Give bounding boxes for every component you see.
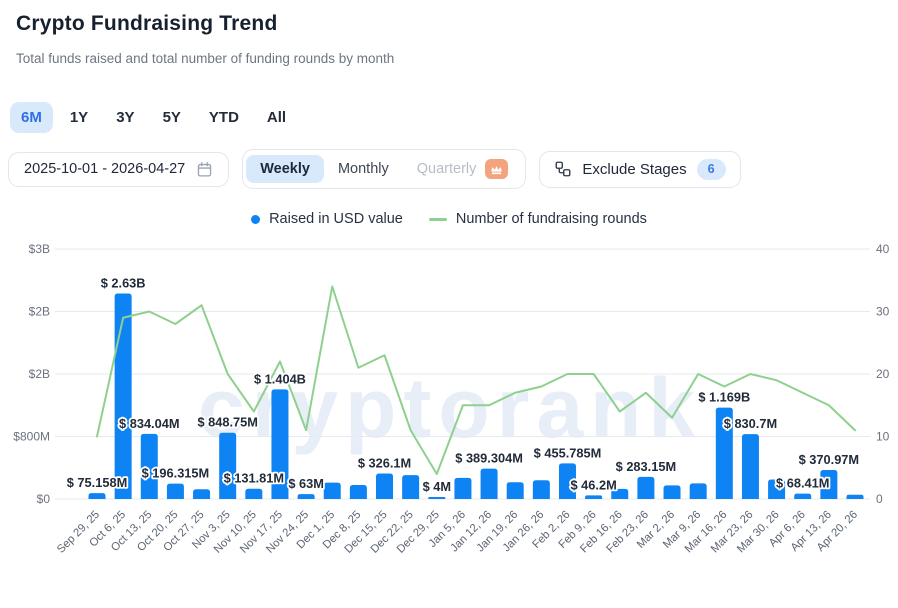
y-axis-left-tick: $2B [29,305,50,319]
chart-area: cryptorank$00$800M10$2B20$2B30$3B40Sep 2… [0,237,898,582]
range-tabs: 6M1Y3Y5YYTDAll [10,102,888,133]
bar-feb-9-26[interactable] [585,495,602,499]
bar-oct-27-25[interactable] [193,489,210,499]
granularity-option-monthly[interactable]: Monthly [324,155,403,183]
bar-nov-24-25[interactable] [298,494,315,499]
y-axis-left-tick: $3B [29,242,50,256]
range-tab-5y[interactable]: 5Y [152,102,192,133]
bar-nov-10-25[interactable] [245,489,262,499]
range-tab-all[interactable]: All [256,102,297,133]
bar-jan-12-26[interactable] [481,469,498,499]
bar-value-label: $ 4M [423,479,451,494]
granularity-label: Quarterly [417,161,477,177]
bar-mar-2-26[interactable] [664,485,681,499]
bar-value-label: $ 1.169B [698,390,750,405]
bar-oct-20-25[interactable] [167,484,184,499]
granularity-option-quarterly[interactable]: Quarterly [403,153,523,185]
granularity-switcher: Weekly Monthly Quarterly [242,149,526,189]
bar-oct-6-25[interactable] [115,294,132,499]
bar-value-label: $ 63M [288,476,324,491]
legend-item-raised[interactable]: Raised in USD value [251,211,403,227]
y-axis-right-tick: 0 [876,492,883,506]
premium-crown-icon [485,159,508,179]
exclude-stages-button[interactable]: Exclude Stages 6 [539,151,740,188]
bar-dec-22-25[interactable] [402,475,419,499]
legend-item-rounds[interactable]: Number of fundraising rounds [429,211,647,227]
y-axis-right-tick: 30 [876,305,890,319]
bar-value-label: $ 131.81M [224,471,284,486]
bar-value-label: $ 196.315M [142,466,210,481]
bar-value-label: $ 834.04M [119,416,179,431]
calendar-icon [196,161,213,178]
bar-apr-6-26[interactable] [794,494,811,499]
stages-hierarchy-icon [554,160,572,178]
fundraising-chart: cryptorank$00$800M10$2B20$2B30$3B40Sep 2… [0,237,898,577]
legend-label: Raised in USD value [269,211,403,227]
bar-jan-5-26[interactable] [454,478,471,499]
range-tab-6m[interactable]: 6M [10,102,53,133]
y-axis-right-tick: 20 [876,367,890,381]
bar-nov-3-25[interactable] [219,433,236,499]
range-tab-1y[interactable]: 1Y [59,102,99,133]
range-tab-3y[interactable]: 3Y [105,102,145,133]
exclude-stages-count-badge: 6 [697,159,726,180]
bar-value-label: $ 326.1M [358,456,411,471]
bar-value-label: $ 370.97M [799,452,859,467]
y-axis-left-tick: $2B [29,367,50,381]
granularity-label: Weekly [260,161,310,177]
bar-value-label: $ 46.2M [570,477,616,492]
legend-dot-icon [251,215,260,224]
bar-value-label: $ 75.158M [67,475,127,490]
bar-value-label: $ 830.7M [724,416,777,431]
bar-value-label: $ 1.404B [254,371,306,386]
bar-value-label: $ 68.41M [776,476,829,491]
legend-label: Number of fundraising rounds [456,211,647,227]
legend-line-icon [429,218,447,221]
page-subtitle: Total funds raised and total number of f… [16,51,882,66]
granularity-option-weekly[interactable]: Weekly [246,155,324,183]
bar-value-label: $ 283.15M [616,459,676,474]
page-title: Crypto Fundraising Trend [16,12,882,36]
bar-dec-15-25[interactable] [376,474,393,499]
crypto-fundraising-panel: Crypto Fundraising Trend Total funds rai… [0,0,898,582]
bar-feb-23-26[interactable] [637,477,654,499]
bar-value-label: $ 389.304M [455,451,523,466]
chart-controls: 2025-10-01 - 2026-04-27 Weekly Monthly Qua… [8,149,890,189]
chart-legend: Raised in USD value Number of fundraising… [0,211,898,227]
bar-value-label: $ 848.75M [197,415,257,430]
bar-dec-29-25[interactable] [428,497,445,499]
bar-dec-8-25[interactable] [350,485,367,499]
range-tab-ytd[interactable]: YTD [198,102,250,133]
bar-mar-9-26[interactable] [690,483,707,499]
bar-jan-26-26[interactable] [533,480,550,499]
date-range-value: 2025-10-01 - 2026-04-27 [24,161,185,177]
bar-value-label: $ 455.785M [534,445,602,460]
y-axis-right-tick: 10 [876,430,890,444]
y-axis-right-tick: 40 [876,242,890,256]
bar-apr-20-26[interactable] [847,495,864,499]
y-axis-left-tick: $0 [37,492,51,506]
y-axis-left-tick: $800M [13,430,50,444]
date-range-picker[interactable]: 2025-10-01 - 2026-04-27 [8,152,229,187]
bar-dec-1-25[interactable] [324,483,341,499]
bar-value-label: $ 2.63B [101,276,146,291]
exclude-stages-label: Exclude Stages [582,161,686,178]
granularity-label: Monthly [338,161,389,177]
bar-mar-23-26[interactable] [742,434,759,499]
bar-sep-29-25[interactable] [89,493,106,499]
bar-jan-19-26[interactable] [507,482,524,499]
